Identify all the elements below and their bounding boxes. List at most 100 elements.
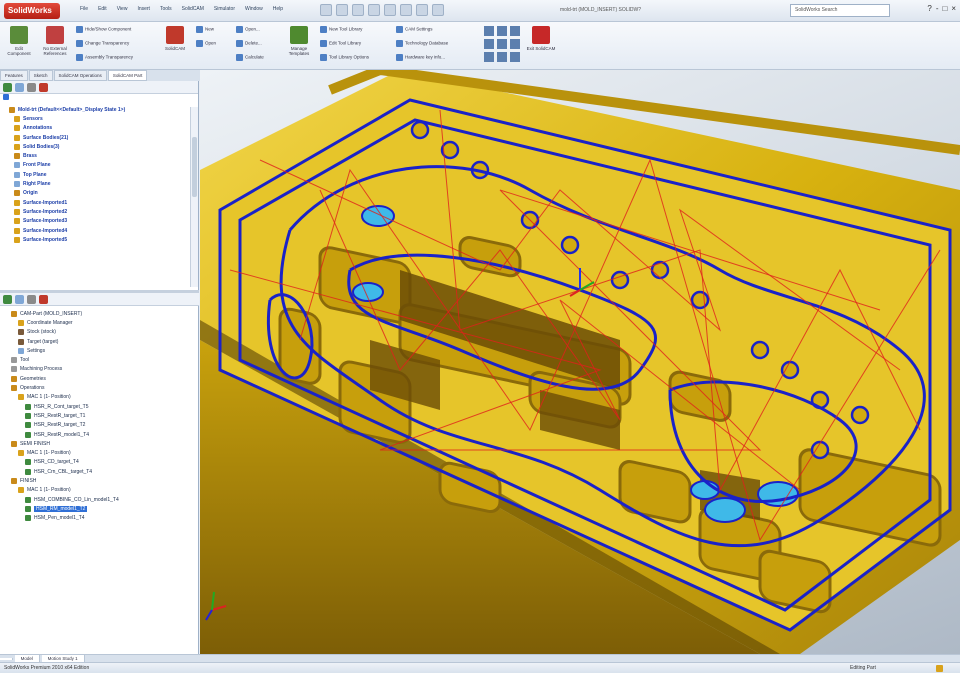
feature-manager-icon[interactable] bbox=[3, 295, 12, 304]
tree-node[interactable]: Settings bbox=[0, 346, 199, 355]
view-tool-icon[interactable] bbox=[484, 52, 494, 62]
manage-templates-button[interactable]: Manage Templates bbox=[284, 26, 314, 56]
tab-solidcam-part[interactable]: SolidCAM Part bbox=[107, 70, 148, 81]
tree-node[interactable]: HSR_RestR_target_T1 bbox=[0, 411, 199, 420]
change-transparency-button[interactable]: Change Transparency bbox=[76, 40, 129, 47]
edit-component-button[interactable]: Edit Component bbox=[4, 26, 34, 56]
assembly-transparency-button[interactable]: Assembly Transparency bbox=[76, 54, 133, 61]
hardware-key-info-button[interactable]: Hardware key info... bbox=[396, 54, 445, 61]
menu-file[interactable]: File bbox=[80, 6, 88, 12]
menu-tools[interactable]: Tools bbox=[160, 6, 172, 12]
tree-node[interactable]: MAC 1 (1- Position) bbox=[0, 448, 199, 457]
tree-node[interactable]: Origin bbox=[0, 189, 198, 198]
feature-manager-icon[interactable] bbox=[3, 83, 12, 92]
menu-view[interactable]: View bbox=[117, 6, 128, 12]
open-folder-icon[interactable] bbox=[336, 4, 348, 16]
tree-node[interactable]: Brass bbox=[0, 151, 198, 160]
tree-node[interactable]: Surface-Imported5 bbox=[0, 235, 198, 244]
tab-features[interactable]: Features bbox=[0, 70, 28, 81]
tree-node[interactable]: Top Plane bbox=[0, 170, 198, 179]
property-manager-icon[interactable] bbox=[15, 83, 24, 92]
tree-node[interactable]: Machining Process bbox=[0, 365, 199, 374]
view-tool-icon[interactable] bbox=[510, 52, 520, 62]
menu-simulator[interactable]: Simulator bbox=[214, 6, 235, 12]
menu-window[interactable]: Window bbox=[245, 6, 263, 12]
tree-node[interactable]: HSR_R_Cont_target_T5 bbox=[0, 402, 199, 411]
edit-tool-library-button[interactable]: Edit Tool Library bbox=[320, 40, 361, 47]
tree-node[interactable]: Right Plane bbox=[0, 179, 198, 188]
tree-node[interactable]: Annotations bbox=[0, 124, 198, 133]
search-input[interactable]: SolidWorks Search bbox=[790, 4, 890, 17]
tree-node[interactable]: Tool bbox=[0, 355, 199, 364]
solidcam-manager-icon[interactable] bbox=[39, 83, 48, 92]
open-button[interactable]: Open bbox=[196, 40, 216, 47]
tree-node[interactable]: Surface-Imported4 bbox=[0, 226, 198, 235]
menu-insert[interactable]: Insert bbox=[137, 6, 150, 12]
tree-node[interactable]: Coordinate Manager bbox=[0, 318, 199, 327]
tab-motion-study[interactable]: Motion Study 1 bbox=[41, 655, 85, 662]
save-icon[interactable] bbox=[352, 4, 364, 16]
tree-node[interactable]: HSR_RestR_model1_T4 bbox=[0, 430, 199, 439]
tree-node[interactable]: Surface-Imported1 bbox=[0, 198, 198, 207]
property-manager-icon[interactable] bbox=[15, 295, 24, 304]
tree-node[interactable]: HSR_Crn_CBL_target_T4 bbox=[0, 467, 199, 476]
delete-button[interactable]: Delete... bbox=[236, 40, 262, 47]
select-icon[interactable] bbox=[400, 4, 412, 16]
tree-node[interactable]: Surface-Imported2 bbox=[0, 207, 198, 216]
undo-icon[interactable] bbox=[384, 4, 396, 16]
view-tool-icon[interactable] bbox=[484, 39, 494, 49]
tree-node[interactable]: Mold-trt (Default<<Default>_Display Stat… bbox=[0, 105, 198, 114]
view-tool-icon[interactable] bbox=[510, 26, 520, 36]
tree-node[interactable]: HSM_Pen_model1_T4 bbox=[0, 514, 199, 523]
tab-sketch[interactable]: Sketch bbox=[28, 70, 53, 81]
tree-node[interactable]: SEMI FINISH bbox=[0, 439, 199, 448]
tree-node[interactable]: Geometries bbox=[0, 374, 199, 383]
options-icon[interactable] bbox=[432, 4, 444, 16]
help-button[interactable]: ? bbox=[927, 4, 931, 13]
solidcam-manager-icon[interactable] bbox=[39, 295, 48, 304]
view-tool-icon[interactable] bbox=[497, 39, 507, 49]
rebuild-icon[interactable] bbox=[416, 4, 428, 16]
new-tool-library-button[interactable]: New Tool Library bbox=[320, 26, 362, 33]
filter-row[interactable] bbox=[0, 94, 198, 103]
tree-node[interactable]: CAM-Part (MOLD_INSERT) bbox=[0, 309, 199, 318]
tree-node[interactable]: Front Plane bbox=[0, 161, 198, 170]
tree-node[interactable]: HSM_RM_model1_T2 bbox=[0, 504, 199, 513]
app-logo[interactable]: SolidWorks bbox=[4, 3, 60, 19]
open-dialog-button[interactable]: Open... bbox=[236, 26, 260, 33]
print-icon[interactable] bbox=[368, 4, 380, 16]
configuration-manager-icon[interactable] bbox=[27, 83, 36, 92]
tree-node[interactable]: Target (target) bbox=[0, 337, 199, 346]
close-button[interactable]: × bbox=[951, 4, 956, 13]
view-tool-icon[interactable] bbox=[497, 26, 507, 36]
tree-node[interactable]: Solid Bodies(3) bbox=[0, 142, 198, 151]
technology-database-button[interactable]: Technology Database bbox=[396, 40, 448, 47]
new-button[interactable]: New bbox=[196, 26, 214, 33]
tree-node[interactable]: HSR_CD_target_T4 bbox=[0, 458, 199, 467]
tree-node[interactable]: HSM_COMBINE_CO_Lin_model1_T4 bbox=[0, 495, 199, 504]
tree-node[interactable]: MAC 1 (1- Position) bbox=[0, 486, 199, 495]
tree-node[interactable]: Operations bbox=[0, 383, 199, 392]
exit-solidcam-button[interactable]: Exit SolidCAM bbox=[526, 26, 556, 51]
maximize-button[interactable]: □ bbox=[942, 4, 947, 13]
menu-edit[interactable]: Edit bbox=[98, 6, 107, 12]
view-tool-icon[interactable] bbox=[497, 52, 507, 62]
menu-solidcam[interactable]: SolidCAM bbox=[182, 6, 204, 12]
view-tool-icon[interactable] bbox=[510, 39, 520, 49]
scroll-thumb[interactable] bbox=[192, 137, 197, 197]
tree-node[interactable]: Stock (stock) bbox=[0, 328, 199, 337]
configuration-manager-icon[interactable] bbox=[27, 295, 36, 304]
tree-node[interactable]: HSR_RestR_target_T2 bbox=[0, 421, 199, 430]
tool-library-options-button[interactable]: Tool Library Options bbox=[320, 54, 369, 61]
no-external-references-button[interactable]: No External References bbox=[40, 26, 70, 56]
cam-settings-button[interactable]: CAM Settings bbox=[396, 26, 433, 33]
minimize-button[interactable]: - bbox=[936, 4, 939, 13]
tree-node[interactable]: FINISH bbox=[0, 476, 199, 485]
tree-node[interactable]: Sensors bbox=[0, 114, 198, 123]
solidcam-button[interactable]: SolidCAM bbox=[160, 26, 190, 51]
new-document-icon[interactable] bbox=[320, 4, 332, 16]
tree-node[interactable]: MAC 1 (1- Position) bbox=[0, 393, 199, 402]
graphics-viewport[interactable] bbox=[200, 64, 960, 654]
tab-nav-arrows[interactable] bbox=[0, 658, 13, 660]
menu-help[interactable]: Help bbox=[273, 6, 283, 12]
